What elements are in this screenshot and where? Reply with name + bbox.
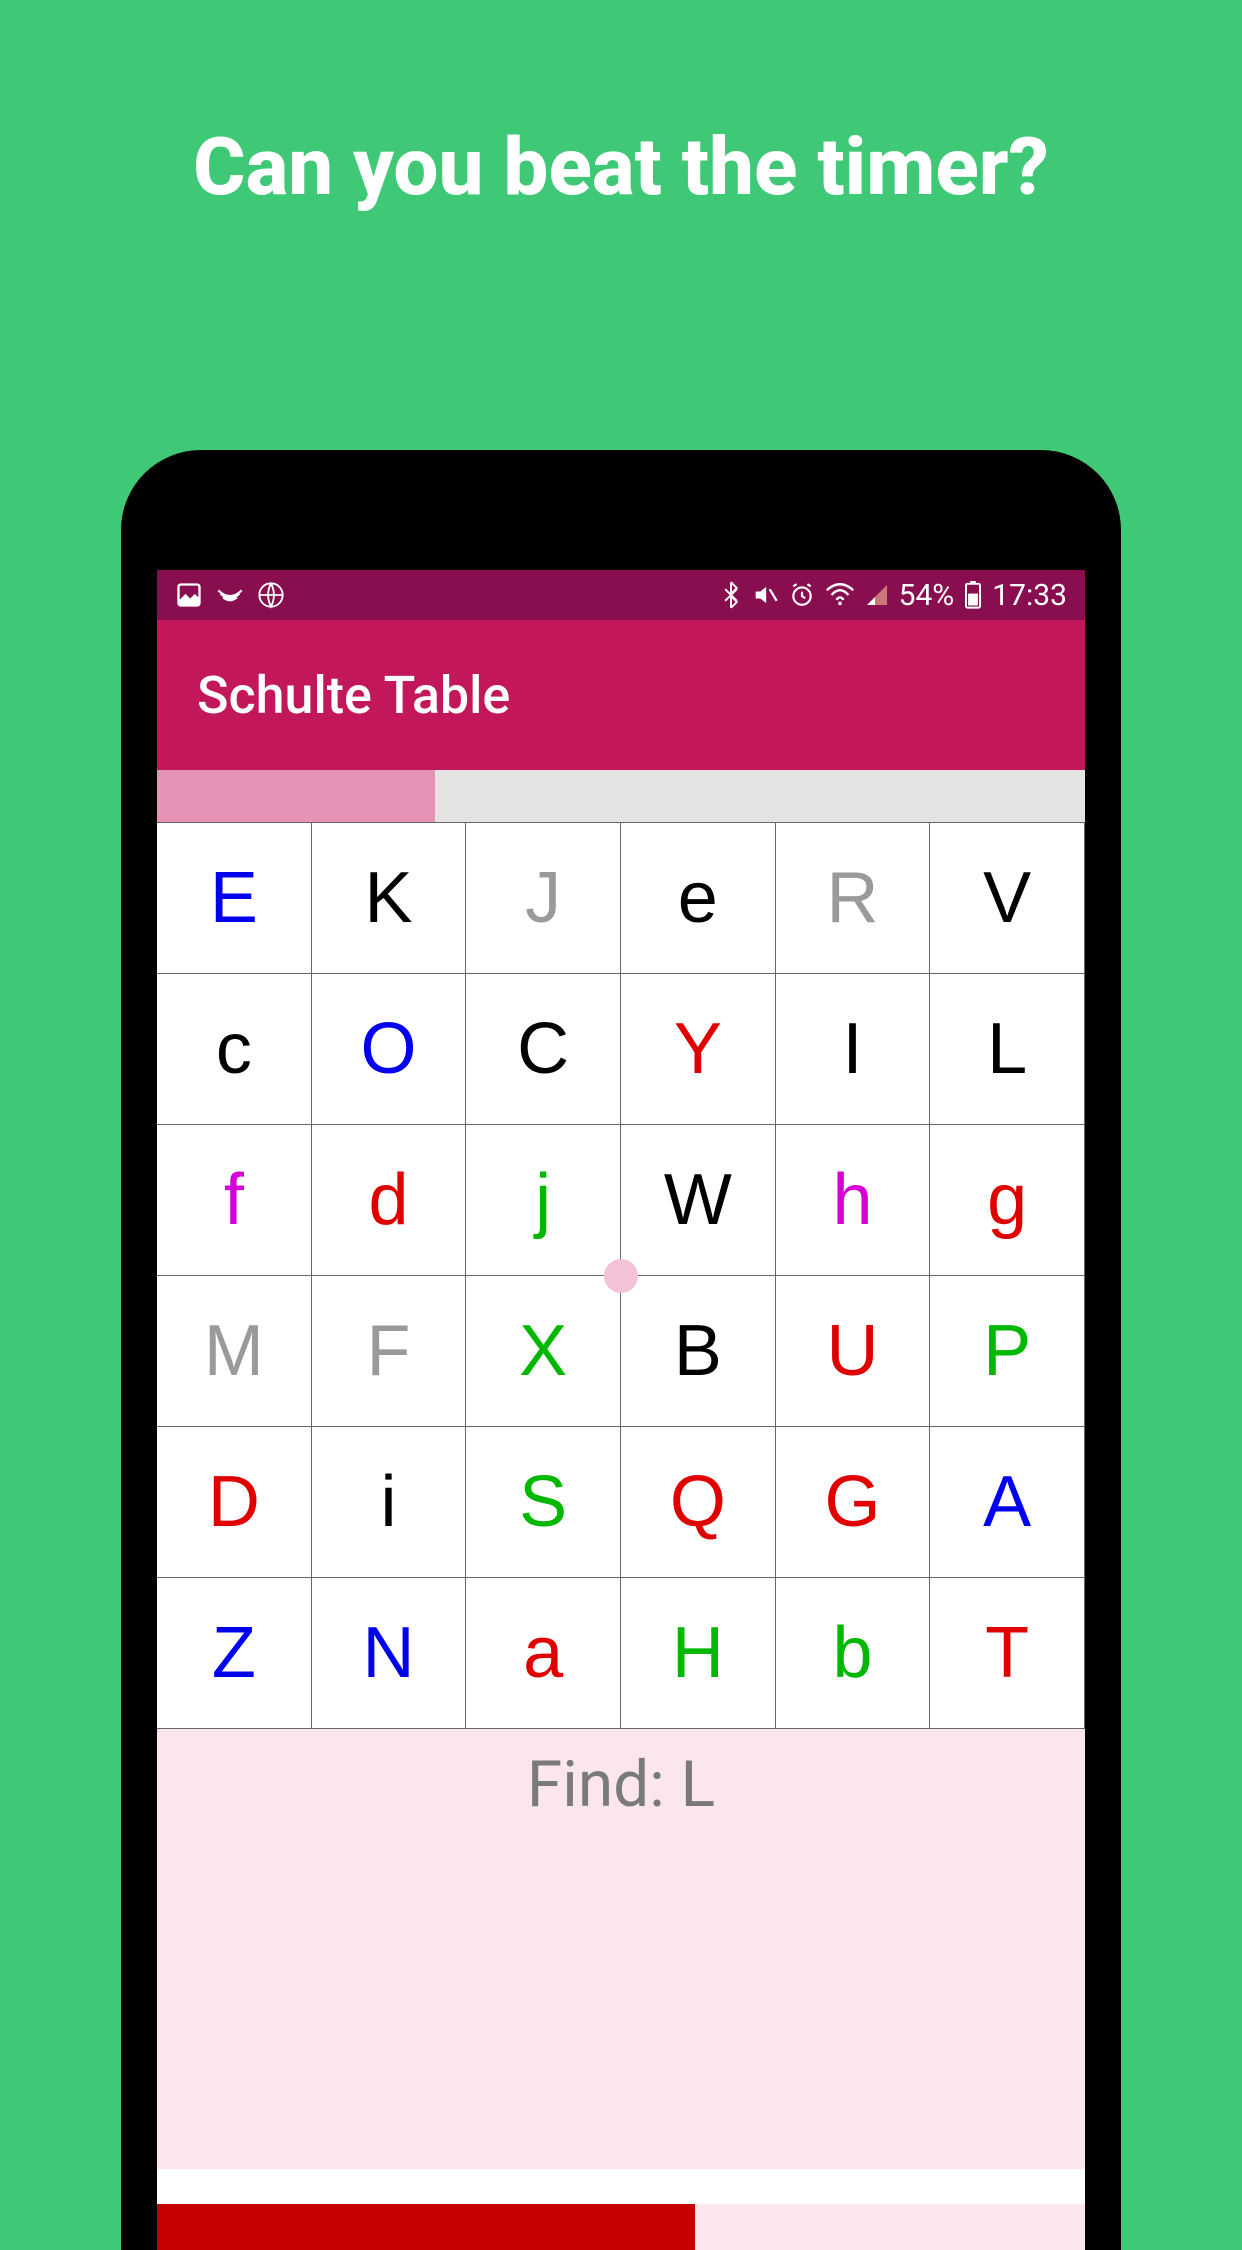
grid-cell[interactable]: i [312, 1427, 467, 1578]
grid-cell[interactable]: G [776, 1427, 931, 1578]
find-prefix: Find: [527, 1747, 681, 1822]
alarm-icon [789, 582, 815, 608]
grid-cell[interactable]: W [621, 1125, 776, 1276]
grid-cell[interactable]: a [466, 1578, 621, 1729]
status-right: 54% 17:33 [721, 578, 1067, 613]
grid-cell[interactable]: T [930, 1578, 1085, 1729]
schulte-grid: EKJeRVcOCYILfdjWhg MFXBUP DiSQGA ZNaHbT [157, 822, 1085, 1729]
grid-cell[interactable]: b [776, 1578, 931, 1729]
cellular-icon [865, 583, 889, 607]
app-title: Schulte Table [197, 665, 510, 726]
grid-cell[interactable]: R [776, 823, 931, 974]
phone-screen: 54% 17:33 Schulte Table EKJeRVcOCYILfdjW… [157, 570, 1085, 2250]
audible-icon [215, 581, 245, 609]
grid-cell[interactable]: F [312, 1276, 467, 1427]
wifi-icon [825, 583, 855, 607]
image-icon [175, 581, 203, 609]
grid-cell[interactable]: V [930, 823, 1085, 974]
bluetooth-icon [721, 581, 741, 609]
grid-cell[interactable]: j [466, 1125, 621, 1276]
status-bar: 54% 17:33 [157, 570, 1085, 620]
grid-cell[interactable]: g [930, 1125, 1085, 1276]
grid-cell[interactable]: d [312, 1125, 467, 1276]
grid-cell[interactable]: Z [157, 1578, 312, 1729]
grid-cell[interactable]: f [157, 1125, 312, 1276]
phone-frame: 54% 17:33 Schulte Table EKJeRVcOCYILfdjW… [121, 450, 1121, 2250]
find-instruction: Find: L [157, 1747, 1085, 1822]
battery-text: 54% [899, 578, 955, 613]
grid-cell[interactable]: N [312, 1578, 467, 1729]
grid-cell[interactable]: L [930, 974, 1085, 1125]
grid-cell[interactable]: P [930, 1276, 1085, 1427]
grid-cell[interactable]: H [621, 1578, 776, 1729]
grid-cell[interactable]: U [776, 1276, 931, 1427]
grid-cell[interactable]: J [466, 823, 621, 974]
grid-cell[interactable]: Y [621, 974, 776, 1125]
grid-cell[interactable]: E [157, 823, 312, 974]
grid-cell[interactable]: I [776, 974, 931, 1125]
status-time: 17:33 [992, 578, 1067, 613]
center-fixation-dot [604, 1259, 638, 1293]
bottom-timer-strip [157, 2204, 1085, 2250]
grid-cell[interactable]: c [157, 974, 312, 1125]
globe-icon [257, 581, 285, 609]
grid-cell[interactable]: A [930, 1427, 1085, 1578]
battery-icon [964, 581, 982, 609]
promo-headline: Can you beat the timer? [0, 0, 1242, 214]
grid-cell[interactable]: O [312, 974, 467, 1125]
grid-cell[interactable]: M [157, 1276, 312, 1427]
find-panel: Find: L [157, 1729, 1085, 2169]
bottom-timer-empty [695, 2204, 1085, 2250]
grid-cell[interactable]: K [312, 823, 467, 974]
grid-cell[interactable]: e [621, 823, 776, 974]
timer-progress [157, 770, 1085, 822]
grid-cell[interactable]: C [466, 974, 621, 1125]
grid-cell[interactable]: S [466, 1427, 621, 1578]
bottom-timer-fill [157, 2204, 695, 2250]
grid-cell[interactable]: B [621, 1276, 776, 1427]
grid-cell[interactable]: h [776, 1125, 931, 1276]
mute-icon [751, 581, 779, 609]
find-target: L [681, 1747, 715, 1822]
timer-progress-fill [157, 770, 435, 822]
app-bar: Schulte Table [157, 620, 1085, 770]
grid-cell[interactable]: X [466, 1276, 621, 1427]
status-left [175, 581, 285, 609]
grid-cell[interactable]: D [157, 1427, 312, 1578]
grid-cell[interactable]: Q [621, 1427, 776, 1578]
